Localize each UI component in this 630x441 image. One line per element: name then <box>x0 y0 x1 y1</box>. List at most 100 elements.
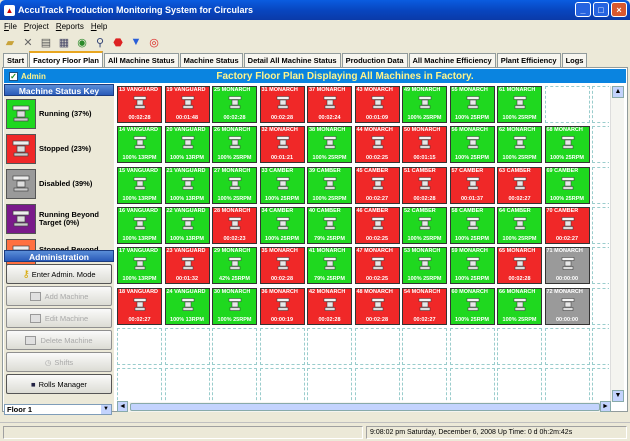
machine-tile-stopped[interactable]: 70 CAMBER 00:02:27 <box>544 206 590 244</box>
machine-tile-stopped[interactable]: 42 MONARCH 00:02:28 <box>307 287 352 325</box>
open-icon[interactable]: ▰ <box>4 36 16 49</box>
machine-tile-running[interactable]: 56 MONARCH 100% 25RPM <box>449 126 495 164</box>
machine-tile-running[interactable]: 58 CAMBER 100% 25RPM <box>449 206 495 244</box>
tab-plant-efficiency[interactable]: Plant Efficiency <box>496 53 561 67</box>
machine-tile-stopped[interactable]: 35 MONARCH 00:02:28 <box>259 247 305 285</box>
delete-machine-button[interactable]: Delete Machine <box>6 330 112 350</box>
machine-tile-stopped[interactable]: 65 MONARCH 00:02:28 <box>497 247 542 285</box>
machine-tile-running[interactable]: 30 MONARCH 100% 25RPM <box>212 287 257 325</box>
machine-tile-stopped[interactable]: 44 MONARCH 00:02:25 <box>354 126 400 164</box>
scroll-right-icon[interactable]: ► <box>600 401 611 412</box>
machine-tile-running[interactable]: 39 CAMBER 100% 25RPM <box>307 166 352 204</box>
chevron-down-icon[interactable]: ▼ <box>101 405 111 414</box>
machine-tile-stopped[interactable]: 18 VANGUARD 00:02:27 <box>117 287 162 325</box>
machine-tile-stopped[interactable]: 23 VANGUARD 00:01:32 <box>164 247 210 285</box>
filter-icon[interactable]: ▼ <box>130 36 142 48</box>
menu-project[interactable]: Project <box>24 22 49 31</box>
calendar-icon[interactable]: ▦ <box>58 36 70 49</box>
lifebuoy-icon[interactable]: ◎ <box>148 36 160 49</box>
machine-tile-running[interactable]: 66 MONARCH 100% 25RPM <box>497 287 542 325</box>
machine-tile-running[interactable]: 15 VANGUARD 100% 13RPM <box>117 166 162 204</box>
machine-tile-running[interactable]: 55 MONARCH 100% 25RPM <box>449 86 495 123</box>
machine-tile-running[interactable]: 40 CAMBER 79% 25RPM <box>307 206 352 244</box>
machine-tile-running[interactable]: 34 CAMBER 100% 25RPM <box>259 206 305 244</box>
scroll-thumb[interactable] <box>130 403 600 411</box>
machine-tile-stopped[interactable]: 50 MONARCH 00:01:15 <box>402 126 447 164</box>
machine-tile-running[interactable]: 53 MONARCH 100% 25RPM <box>402 247 447 285</box>
tab-machine-status[interactable]: Machine Status <box>179 53 243 67</box>
add-machine-button[interactable]: Add Machine <box>6 286 112 306</box>
print-icon[interactable]: ▤ <box>40 36 52 49</box>
machine-tile-stopped[interactable]: 28 MONARCH 00:02:23 <box>212 206 257 244</box>
machine-tile-running[interactable]: 16 VANGUARD 100% 13RPM <box>117 206 162 244</box>
tab-detail-all-machine-status[interactable]: Detail All Machine Status <box>243 53 341 67</box>
tab-start[interactable]: Start <box>3 53 29 67</box>
floor-select[interactable]: Floor 1 ▼ <box>4 404 112 415</box>
machine-tile-running[interactable]: 20 VANGUARD 100% 13RPM <box>164 126 210 164</box>
machine-tile-stopped[interactable]: 43 MONARCH 00:01:09 <box>354 86 400 123</box>
machine-tile-disabled[interactable]: 72 MONARCH 00:00:00 <box>544 287 590 325</box>
horizontal-scrollbar[interactable]: ◄ ► <box>117 401 611 412</box>
machine-tile-running[interactable]: 69 CAMBER 100% 25RPM <box>544 166 590 204</box>
enter-admin-button[interactable]: ⚷ Enter Admin. Mode <box>6 264 112 284</box>
machine-tile-running[interactable]: 59 MONARCH 100% 25RPM <box>449 247 495 285</box>
machine-tile-running[interactable]: 38 MONARCH 100% 25RPM <box>307 126 352 164</box>
scroll-up-icon[interactable]: ▲ <box>612 86 624 98</box>
machine-tile-running[interactable]: 21 VANGUARD 100% 13RPM <box>164 166 210 204</box>
menu-file[interactable]: File <box>4 22 17 31</box>
machine-tile-running[interactable]: 17 VANGUARD 100% 13RPM <box>117 247 162 285</box>
scroll-down-icon[interactable]: ▼ <box>612 390 624 402</box>
admin-checkbox[interactable]: ✓ <box>9 71 18 81</box>
machine-tile-stopped[interactable]: 32 MONARCH 00:01:21 <box>259 126 305 164</box>
machine-tile-running[interactable]: 24 VANGUARD 100% 13RPM <box>164 287 210 325</box>
machine-tile-running[interactable]: 41 MONARCH 79% 25RPM <box>307 247 352 285</box>
chart-icon[interactable]: ◉ <box>76 36 88 49</box>
machine-tile-stopped[interactable]: 63 CAMBER 00:02:27 <box>497 166 542 204</box>
edit-machine-button[interactable]: Edit Machine <box>6 308 112 328</box>
vertical-scrollbar[interactable]: ▲ ▼ <box>610 86 624 402</box>
menu-reports[interactable]: Reports <box>56 22 84 31</box>
machine-tile-running[interactable]: 22 VANGUARD 100% 13RPM <box>164 206 210 244</box>
tab-all-machine-efficiency[interactable]: All Machine Efficiency <box>408 53 496 67</box>
machine-tile-stopped[interactable]: 45 CAMBER 00:02:27 <box>354 166 400 204</box>
shifts-button[interactable]: ◷ Shifts <box>6 352 112 372</box>
minimize-button[interactable]: _ <box>575 2 591 17</box>
machine-tile-stopped[interactable]: 51 CAMBER 00:02:28 <box>402 166 447 204</box>
tab-logs[interactable]: Logs <box>561 53 588 67</box>
menu-help[interactable]: Help <box>91 22 107 31</box>
machine-tile-running[interactable]: 25 MONARCH 00:02:28 <box>212 86 257 123</box>
machine-tile-stopped[interactable]: 31 MONARCH 00:02:28 <box>259 86 305 123</box>
machine-tile-running[interactable]: 29 MONARCH 42% 25RPM <box>212 247 257 285</box>
machine-tile-running[interactable]: 62 MONARCH 100% 25RPM <box>497 126 542 164</box>
machine-tile-running[interactable]: 52 CAMBER 100% 25RPM <box>402 206 447 244</box>
search-icon[interactable]: ⚲ <box>94 36 106 49</box>
tab-production-data[interactable]: Production Data <box>341 53 408 67</box>
machine-tile-running[interactable]: 33 CAMBER 100% 25RPM <box>259 166 305 204</box>
machine-tile-running[interactable]: 60 MONARCH 100% 25RPM <box>449 287 495 325</box>
stop-icon[interactable]: ⬣ <box>112 36 124 49</box>
rolls-manager-button[interactable]: ■ Rolls Manager <box>6 374 112 394</box>
machine-tile-running[interactable]: 49 MONARCH 100% 25RPM <box>402 86 447 123</box>
close-button[interactable]: × <box>611 2 627 17</box>
machine-tile-stopped[interactable]: 19 VANGUARD 00:01:48 <box>164 86 210 123</box>
machine-tile-stopped[interactable]: 36 MONARCH 00:00:19 <box>259 287 305 325</box>
maximize-button[interactable]: □ <box>593 2 609 17</box>
machine-tile-stopped[interactable]: 57 CAMBER 00:01:37 <box>449 166 495 204</box>
machine-tile-running[interactable]: 14 VANGUARD 100% 13RPM <box>117 126 162 164</box>
machine-tile-stopped[interactable]: 54 MONARCH 00:02:27 <box>402 287 447 325</box>
machine-tile-stopped[interactable]: 37 MONARCH 00:02:24 <box>307 86 352 123</box>
scroll-left-icon[interactable]: ◄ <box>117 401 128 412</box>
delete-icon[interactable]: ✕ <box>22 36 34 49</box>
machine-tile-running[interactable]: 64 CAMBER 100% 25RPM <box>497 206 542 244</box>
machine-tile-disabled[interactable]: 71 MONARCH 00:00:00 <box>544 247 590 285</box>
machine-tile-running[interactable]: 61 MONARCH 100% 25RPM <box>497 86 542 123</box>
machine-tile-running[interactable]: 26 MONARCH 100% 25RPM <box>212 126 257 164</box>
machine-tile-stopped[interactable]: 48 MONARCH 00:02:28 <box>354 287 400 325</box>
machine-tile-running[interactable]: 68 MONARCH 100% 25RPM <box>544 126 590 164</box>
tab-all-machine-status[interactable]: All Machine Status <box>103 53 179 67</box>
machine-tile-running[interactable]: 27 MONARCH 100% 25RPM <box>212 166 257 204</box>
machine-tile-stopped[interactable]: 46 CAMBER 00:02:25 <box>354 206 400 244</box>
machine-tile-stopped[interactable]: 13 VANGUARD 00:02:28 <box>117 86 162 123</box>
machine-tile-stopped[interactable]: 47 MONARCH 00:02:25 <box>354 247 400 285</box>
tab-factory-floor-plan[interactable]: Factory Floor Plan <box>29 51 103 67</box>
